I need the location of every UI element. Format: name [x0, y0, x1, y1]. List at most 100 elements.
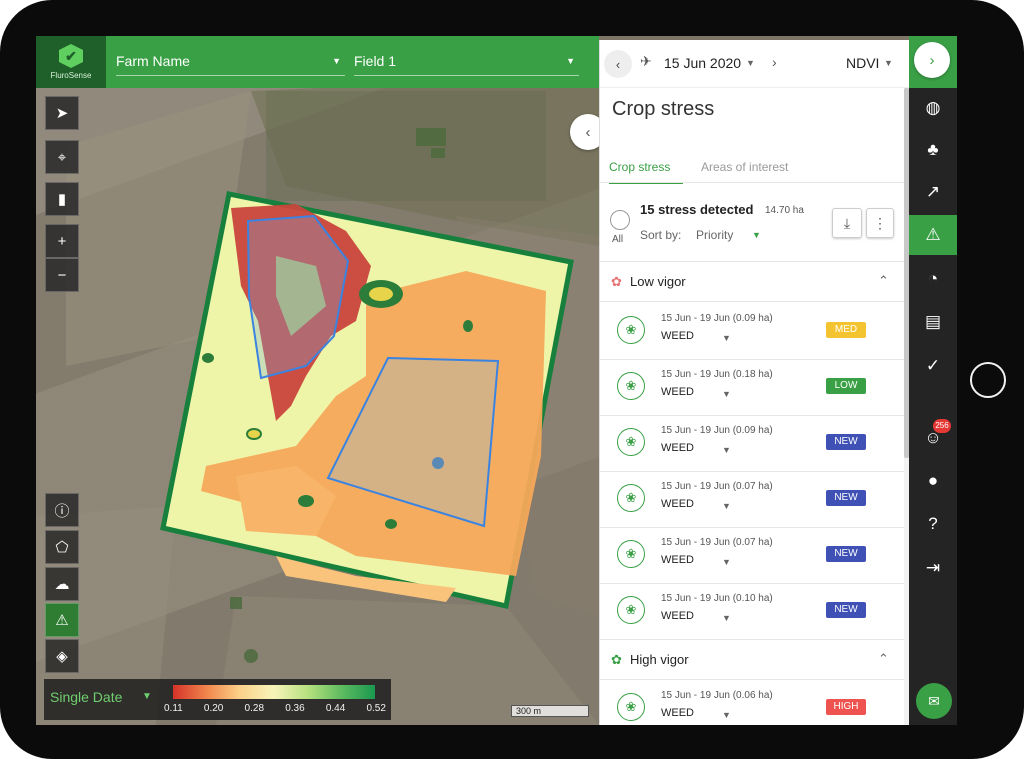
- stress-type-select[interactable]: WEED: [661, 386, 694, 398]
- trend-icon: ↗: [925, 182, 941, 201]
- info-button[interactable]: ⓘ: [45, 493, 79, 527]
- rail-field-layers[interactable]: ◍: [909, 88, 957, 128]
- stress-type-select[interactable]: WEED: [661, 498, 694, 510]
- sort-select[interactable]: Priority: [696, 228, 733, 242]
- app-logo[interactable]: ✔ FluroSense: [36, 36, 106, 88]
- stress-item-date: 15 Jun - 19 Jun (0.06 ha): [661, 690, 773, 701]
- stress-item[interactable]: ❀ 15 Jun - 19 Jun (0.09 ha) WEED ▼ NEW: [600, 416, 909, 472]
- legend-tick: 0.20: [203, 703, 224, 714]
- caret-down-icon[interactable]: ▼: [722, 333, 731, 343]
- next-date-button[interactable]: ›: [772, 54, 777, 70]
- legend-tick: 0.11: [164, 703, 183, 714]
- home-button[interactable]: [970, 362, 1006, 398]
- stress-type-select[interactable]: WEED: [661, 330, 694, 342]
- farm-select-label: Farm Name: [116, 52, 190, 69]
- map-view[interactable]: [36, 36, 599, 725]
- rail-zones[interactable]: ◔: [909, 259, 957, 299]
- stress-item[interactable]: ❀ 15 Jun - 19 Jun (0.18 ha) WEED ▼ LOW: [600, 360, 909, 416]
- account-icon: ●: [927, 471, 939, 490]
- caret-down-icon[interactable]: ▼: [722, 557, 731, 567]
- rail-profile[interactable]: ●: [909, 461, 957, 501]
- caret-down-icon[interactable]: ▼: [722, 501, 731, 511]
- leaf-icon: ✿: [611, 652, 622, 667]
- caret-down-icon[interactable]: ▼: [752, 230, 761, 240]
- weather-button[interactable]: ☁: [45, 567, 79, 601]
- rail-help[interactable]: ?: [909, 504, 957, 544]
- crop-stress-panel: ‹ ✈ 15 Jun 2020 ▼ › NDVI ▼ Crop stress C…: [599, 40, 909, 725]
- rail-crop-stress[interactable]: ⚠: [909, 215, 957, 255]
- field-select[interactable]: Field 1 ▼: [354, 46, 579, 76]
- caret-down-icon[interactable]: ▼: [722, 613, 731, 623]
- chat-button[interactable]: ✉: [916, 683, 952, 719]
- stress-item[interactable]: ❀ 15 Jun - 19 Jun (0.06 ha) WEED ▼ HIGH: [600, 681, 909, 725]
- farm-select[interactable]: Farm Name ▼: [116, 46, 345, 76]
- zoom-out-button[interactable]: −: [45, 258, 79, 292]
- index-select[interactable]: NDVI: [846, 55, 879, 71]
- select-all-radio[interactable]: [610, 210, 630, 230]
- priority-badge: MED: [826, 322, 866, 338]
- map-canvas[interactable]: [36, 36, 599, 725]
- previous-date-button[interactable]: ‹: [604, 50, 632, 78]
- stress-item[interactable]: ❀ 15 Jun - 19 Jun (0.10 ha) WEED ▼ NEW: [600, 584, 909, 640]
- stress-type-select[interactable]: WEED: [661, 610, 694, 622]
- caret-down-icon[interactable]: ▼: [722, 710, 731, 720]
- more-options-button[interactable]: ⋮: [866, 208, 894, 238]
- chevron-up-icon[interactable]: ⌃: [878, 273, 889, 289]
- rail-users[interactable]: ☺ 256: [909, 418, 957, 458]
- caret-down-icon[interactable]: ▼: [746, 58, 755, 68]
- caret-down-icon[interactable]: ▼: [142, 691, 152, 702]
- tab-crop-stress[interactable]: Crop stress: [609, 160, 683, 184]
- layers-button[interactable]: ◈: [45, 639, 79, 673]
- rail-crop[interactable]: ♣: [909, 130, 957, 170]
- sprout-icon: ❀: [617, 484, 645, 512]
- stress-type-select[interactable]: WEED: [661, 707, 694, 719]
- locate-button[interactable]: ➤: [45, 96, 79, 130]
- legend-color-ramp: [173, 685, 375, 699]
- date-select[interactable]: 15 Jun 2020: [664, 55, 741, 71]
- chevron-up-icon[interactable]: ⌃: [878, 651, 889, 667]
- chevron-left-icon: ‹: [615, 56, 621, 72]
- crop-stress-map-button[interactable]: ⚠: [45, 603, 79, 637]
- stress-item[interactable]: ❀ 15 Jun - 19 Jun (0.07 ha) WEED ▼ NEW: [600, 472, 909, 528]
- rail-gallery[interactable]: ▤: [909, 302, 957, 342]
- legend-tick: 0.28: [244, 703, 265, 714]
- caret-down-icon[interactable]: ▼: [722, 445, 731, 455]
- rail-checklist[interactable]: ✓: [909, 346, 957, 386]
- expand-menu-button[interactable]: ›: [914, 42, 950, 78]
- right-icon-rail: ◍ ♣ ↗ ⚠ ◔ ▤ ✓ ☺ 256 ● ? ⇥: [909, 88, 957, 725]
- leaf-logo-icon: ✔: [59, 44, 83, 68]
- caret-down-icon[interactable]: ▼: [722, 389, 731, 399]
- legend-tick: 0.52: [366, 703, 386, 714]
- date-mode-select[interactable]: Single Date: [50, 689, 122, 705]
- center-field-button[interactable]: ⌖: [45, 140, 79, 174]
- stress-item[interactable]: ❀ 15 Jun - 19 Jun (0.07 ha) WEED ▼ NEW: [600, 528, 909, 584]
- group-header[interactable]: ✿ Low vigor ⌃: [600, 262, 909, 302]
- stress-item-date: 15 Jun - 19 Jun (0.07 ha): [661, 537, 773, 548]
- warning-icon: ⚠: [925, 225, 941, 244]
- legend-ticks: 0.11 0.20 0.28 0.36 0.44 0.52: [164, 703, 386, 714]
- group-header[interactable]: ✿ High vigor ⌃: [600, 640, 909, 680]
- globe-icon: ◍: [925, 98, 941, 117]
- stress-item[interactable]: ❀ 15 Jun - 19 Jun (0.09 ha) WEED ▼ MED: [600, 304, 909, 360]
- stress-count: 15 stress detected: [640, 202, 754, 217]
- zoom-in-button[interactable]: +: [45, 224, 79, 258]
- draw-polygon-button[interactable]: ⬠: [45, 530, 79, 564]
- logout-icon: ⇥: [925, 558, 941, 577]
- rail-analytics[interactable]: ↗: [909, 172, 957, 212]
- measure-button[interactable]: ▮: [45, 182, 79, 216]
- stress-type-select[interactable]: WEED: [661, 554, 694, 566]
- priority-badge: NEW: [826, 602, 866, 618]
- pie-icon: ◔: [927, 269, 939, 288]
- sprout-icon: ❀: [617, 372, 645, 400]
- tab-areas-of-interest[interactable]: Areas of interest: [701, 160, 788, 182]
- rail-logout[interactable]: ⇥: [909, 548, 957, 588]
- panel-header: ‹ ✈ 15 Jun 2020 ▼ › NDVI ▼: [600, 40, 909, 88]
- stress-item-date: 15 Jun - 19 Jun (0.09 ha): [661, 313, 773, 324]
- select-all-label: All: [612, 234, 624, 245]
- plant-icon: ♣: [927, 140, 939, 159]
- caret-down-icon[interactable]: ▼: [884, 58, 893, 68]
- stress-type-select[interactable]: WEED: [661, 442, 694, 454]
- download-button[interactable]: ⤓: [832, 208, 862, 238]
- warning-icon: ⚠: [55, 612, 69, 629]
- panel-title: Crop stress: [612, 98, 715, 120]
